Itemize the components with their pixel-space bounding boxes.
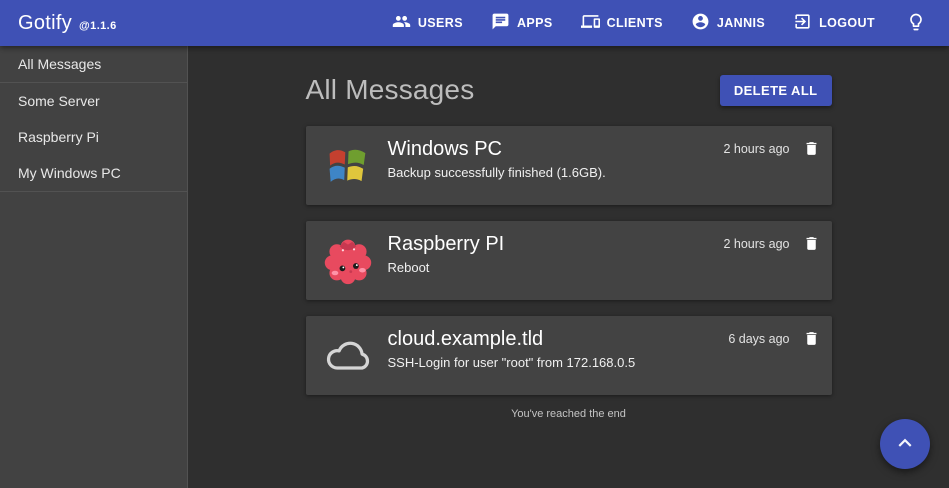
- theme-toggle-button[interactable]: [897, 4, 935, 43]
- nav-logout-label: LOGOUT: [819, 16, 875, 30]
- devices-icon: [581, 12, 600, 34]
- sidebar-item-my-windows-pc[interactable]: My Windows PC: [0, 155, 187, 191]
- nav-users-label: USERS: [418, 16, 463, 30]
- lightbulb-icon: [906, 20, 926, 35]
- nav-clients-label: CLIENTS: [607, 16, 663, 30]
- sidebar-item-all-messages[interactable]: All Messages: [0, 46, 187, 82]
- delete-message-button[interactable]: [803, 139, 820, 161]
- nav-username-label: JANNIS: [717, 16, 765, 30]
- message-body: Reboot: [388, 260, 714, 275]
- trash-icon: [803, 146, 820, 161]
- page-title: All Messages: [306, 74, 475, 106]
- message-card: Raspberry PI Reboot 2 hours ago: [306, 221, 832, 300]
- brand-name: Gotify: [18, 12, 72, 35]
- message-list: Windows PC Backup successfully finished …: [306, 126, 832, 395]
- nav-logout-button[interactable]: LOGOUT: [783, 4, 885, 42]
- sidebar-item-label: My Windows PC: [18, 165, 121, 181]
- nav-apps-label: APPS: [517, 16, 553, 30]
- delete-message-button[interactable]: [803, 234, 820, 256]
- brand: Gotify @1.1.6: [18, 12, 117, 35]
- sidebar-item-some-server[interactable]: Some Server: [0, 83, 187, 119]
- brand-version: @1.1.6: [79, 20, 117, 32]
- trash-icon: [803, 336, 820, 351]
- chevron-up-icon: [892, 430, 918, 459]
- message-timestamp: 2 hours ago: [723, 237, 789, 251]
- nav-users-button[interactable]: USERS: [382, 4, 473, 42]
- message-title: Windows PC: [388, 137, 714, 162]
- top-nav: USERS APPS CLIENTS JANNIS LOGOUT: [382, 4, 935, 43]
- main-content: All Messages DELETE ALL Windows PC Backu…: [188, 46, 949, 488]
- sidebar-item-raspberry-pi[interactable]: Raspberry Pi: [0, 119, 187, 155]
- message-body: Backup successfully finished (1.6GB).: [388, 165, 714, 180]
- windows-logo: [322, 139, 374, 191]
- cloud-icon: [322, 329, 374, 381]
- nav-user-menu-button[interactable]: JANNIS: [681, 4, 775, 42]
- message-card: Windows PC Backup successfully finished …: [306, 126, 832, 205]
- message-body: SSH-Login for user "root" from 172.168.0…: [388, 355, 719, 370]
- sidebar-item-label: Some Server: [18, 93, 100, 109]
- logout-icon: [793, 12, 812, 34]
- message-title: cloud.example.tld: [388, 327, 719, 352]
- message-timestamp: 6 days ago: [728, 332, 789, 346]
- message-card: cloud.example.tld SSH-Login for user "ro…: [306, 316, 832, 395]
- users-icon: [392, 12, 411, 34]
- delete-all-button[interactable]: DELETE ALL: [720, 75, 832, 106]
- trash-icon: [803, 241, 820, 256]
- sidebar-item-label: All Messages: [18, 56, 101, 72]
- raspberry-logo: [322, 234, 374, 286]
- end-of-list-text: You've reached the end: [306, 408, 832, 420]
- sidebar: All Messages Some Server Raspberry Pi My…: [0, 46, 188, 488]
- nav-clients-button[interactable]: CLIENTS: [571, 4, 673, 42]
- sidebar-divider: [0, 191, 187, 192]
- chat-icon: [491, 12, 510, 34]
- message-title: Raspberry PI: [388, 232, 714, 257]
- top-navbar: Gotify @1.1.6 USERS APPS CLIENTS JANNIS …: [0, 0, 949, 46]
- account-circle-icon: [691, 12, 710, 34]
- message-timestamp: 2 hours ago: [723, 142, 789, 156]
- sidebar-item-label: Raspberry Pi: [18, 129, 99, 145]
- scroll-to-top-button[interactable]: [880, 419, 930, 469]
- nav-apps-button[interactable]: APPS: [481, 4, 563, 42]
- delete-message-button[interactable]: [803, 329, 820, 351]
